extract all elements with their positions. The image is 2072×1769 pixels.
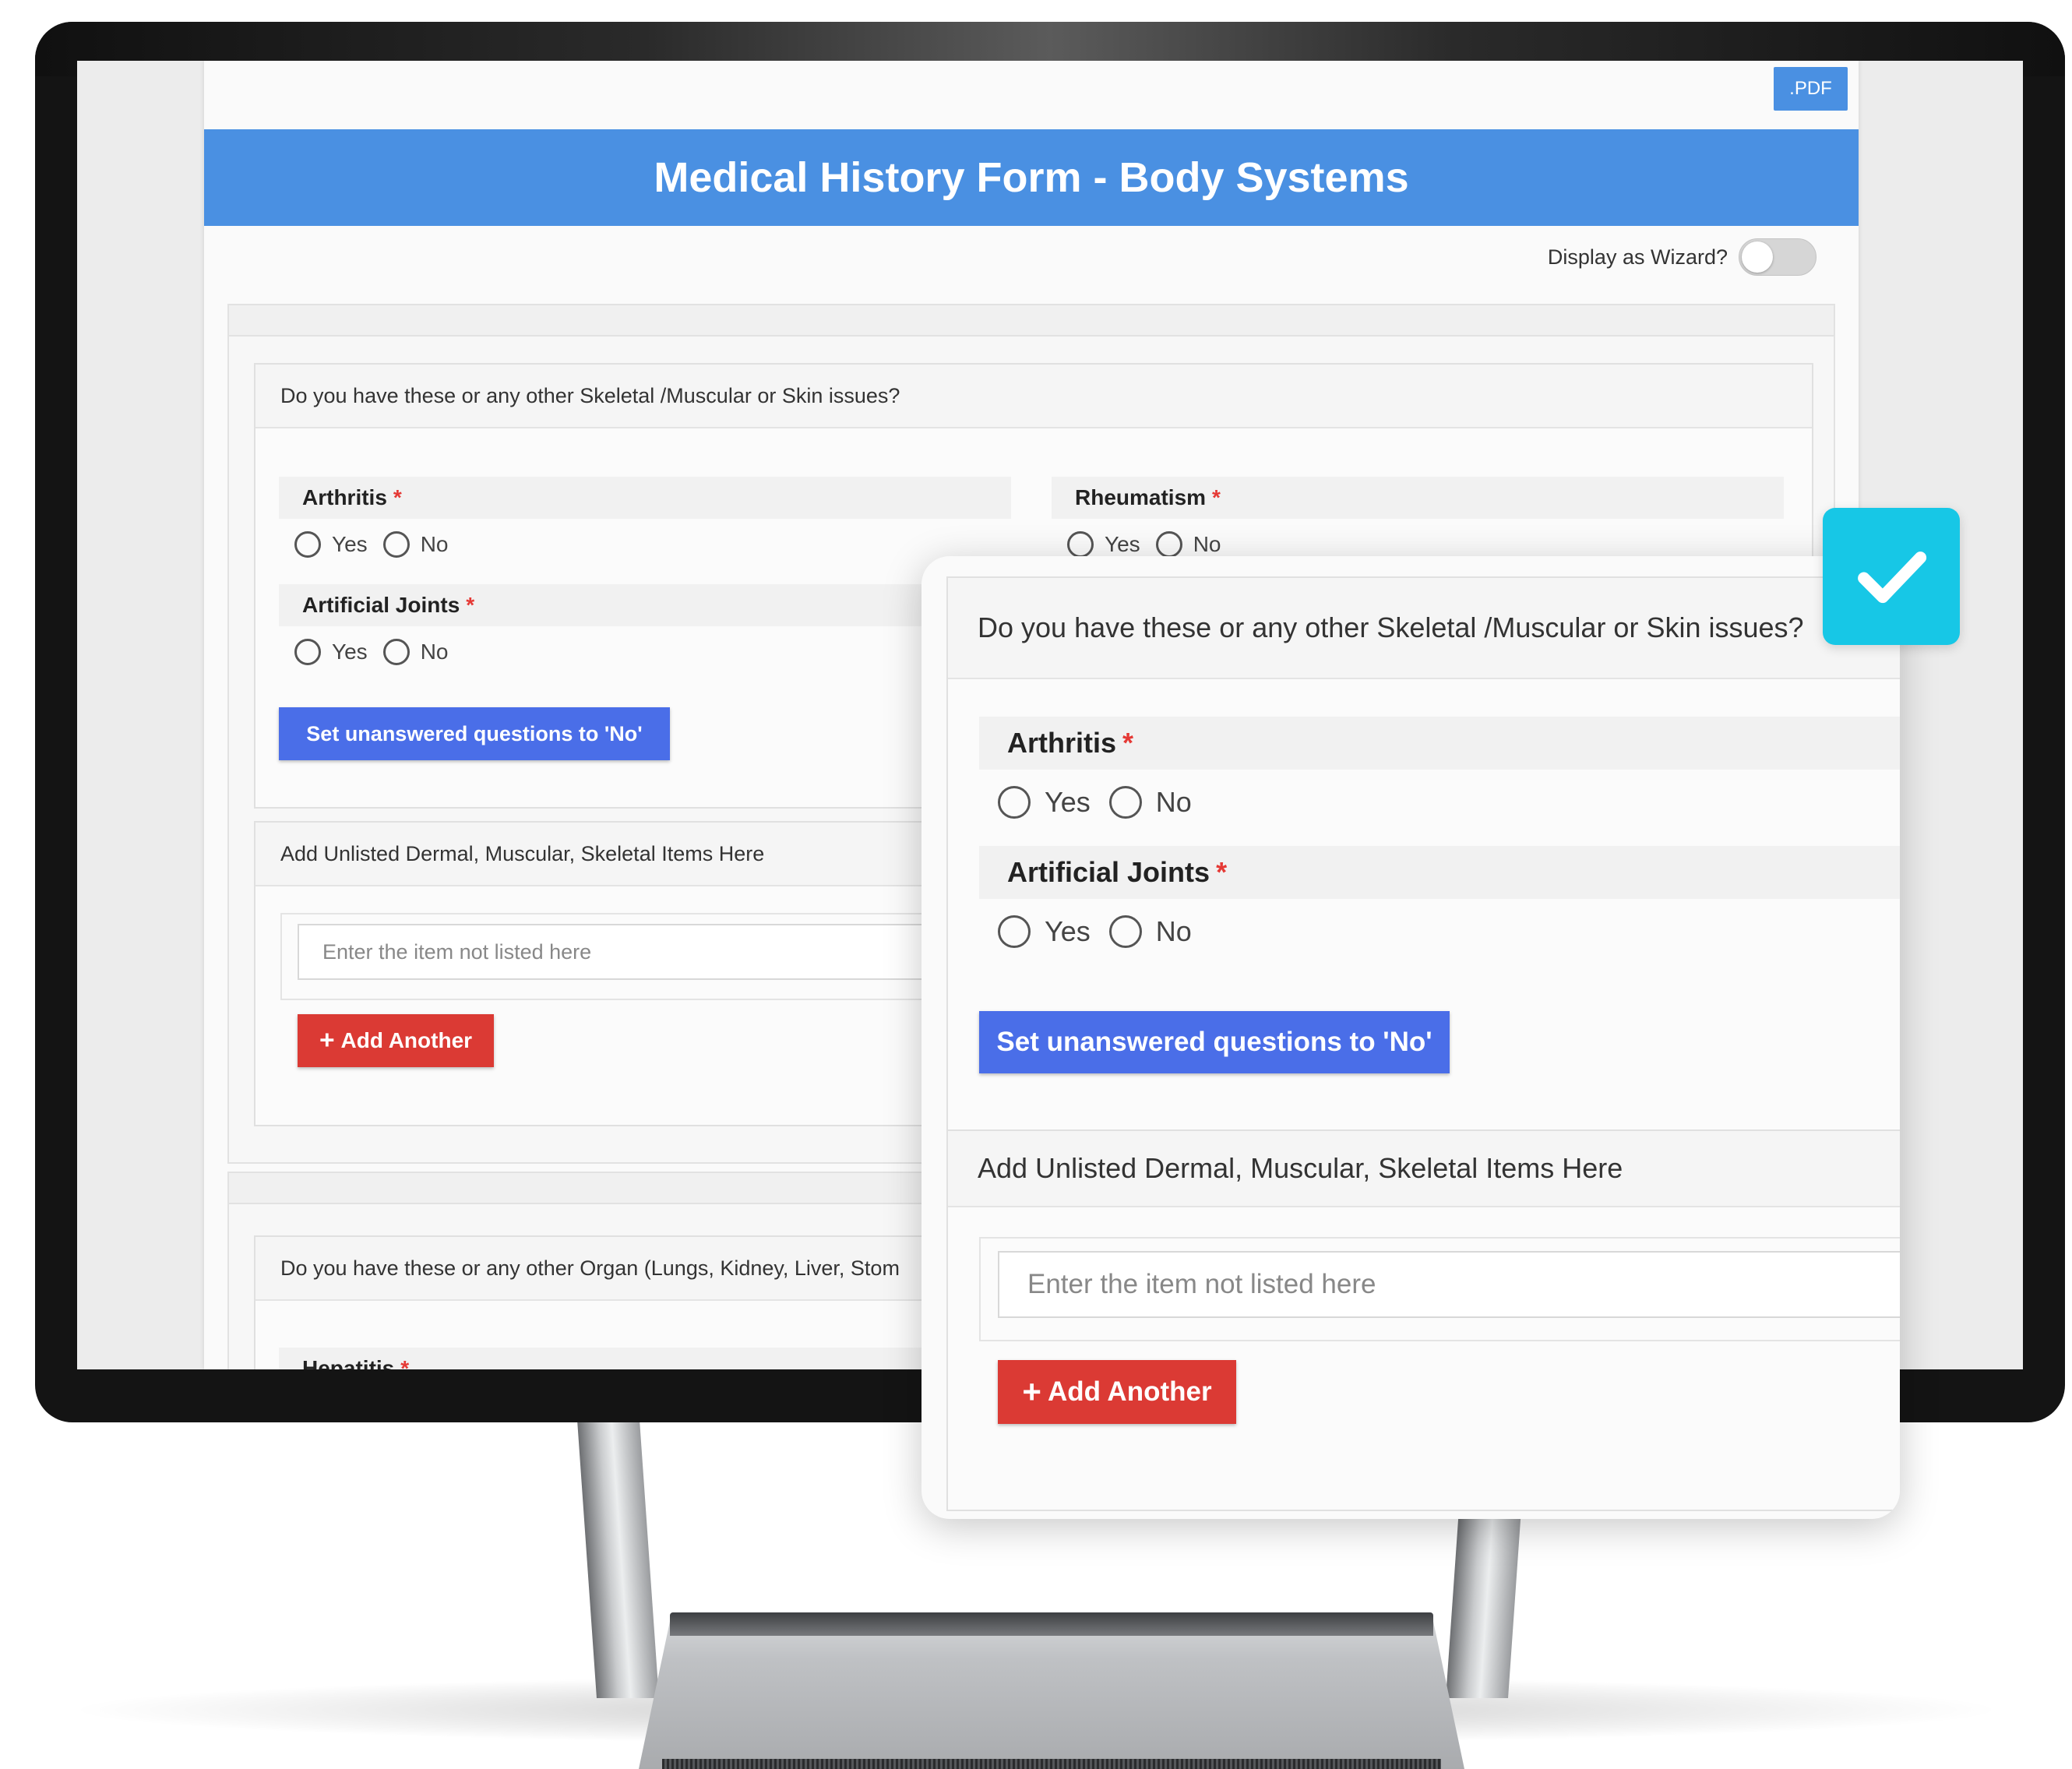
zoom-skeletal-question: Do you have these or any other Skeletal … <box>948 578 1900 679</box>
required-marker: * <box>1212 485 1221 509</box>
arthritis-yes-radio[interactable] <box>998 786 1031 819</box>
zoom-unlisted-item-input[interactable]: Enter the item not listed here <box>998 1251 1900 1318</box>
required-marker: * <box>400 1356 410 1369</box>
zoom-set-unanswered-no-button[interactable]: Set unanswered questions to 'No' <box>979 1011 1450 1073</box>
plus-icon: + <box>1022 1373 1041 1410</box>
artificial-joints-yes-radio[interactable] <box>294 639 321 665</box>
panel-head-strip <box>229 305 1834 337</box>
no-label: No <box>1155 915 1192 947</box>
yes-label: Yes <box>1045 786 1091 818</box>
arthritis-label: Arthritis <box>302 485 387 509</box>
no-label: No <box>1193 532 1221 556</box>
no-label: No <box>420 532 449 556</box>
zoom-unlisted-card: Add Unlisted Dermal, Muscular, Skeletal … <box>946 1129 1900 1511</box>
zoom-question-artificial-joints: Artificial Joints * Yes No <box>979 846 1900 964</box>
zoom-unlisted-header: Add Unlisted Dermal, Muscular, Skeletal … <box>948 1131 1900 1207</box>
artificial-joints-no-radio[interactable] <box>1108 915 1142 948</box>
wizard-toggle[interactable] <box>1739 238 1817 276</box>
rheumatism-yes-radio[interactable] <box>1067 531 1094 558</box>
question-artificial-joints: Artificial Joints * Yes No <box>279 584 1011 678</box>
toggle-knob <box>1742 241 1773 273</box>
check-badge <box>1823 508 1960 645</box>
question-label: Arthritis * <box>979 717 1900 770</box>
rheumatism-label: Rheumatism <box>1075 485 1207 509</box>
wizard-label: Display as Wizard? <box>1547 245 1728 269</box>
form-title: Medical History Form - Body Systems <box>654 154 1409 201</box>
monitor-stand-arm-left <box>575 1387 659 1698</box>
skeletal-question: Do you have these or any other Skeletal … <box>255 365 1812 428</box>
arthritis-options: Yes No <box>979 770 1900 835</box>
monitor-stand-grill <box>662 1759 1441 1769</box>
zoom-skeletal-card: Do you have these or any other Skeletal … <box>946 576 1900 1147</box>
required-marker: * <box>466 593 475 617</box>
question-label: Hepatitis * <box>279 1348 1011 1369</box>
question-label: Artificial Joints * <box>279 584 1011 626</box>
rheumatism-no-radio[interactable] <box>1155 531 1182 558</box>
pdf-button[interactable]: .PDF <box>1774 67 1848 111</box>
yes-label: Yes <box>332 532 368 556</box>
no-label: No <box>1155 786 1192 818</box>
wizard-toggle-row: Display as Wizard? <box>1548 238 1817 276</box>
zoomed-form-overlay: Do you have these or any other Skeletal … <box>921 556 1900 1519</box>
no-label: No <box>420 640 449 664</box>
question-arthritis: Arthritis * Yes No <box>279 477 1011 570</box>
artificial-joints-options: Yes No <box>979 899 1900 964</box>
monitor-stand-base <box>639 1612 1464 1769</box>
artificial-joints-label: Artificial Joints <box>302 593 460 617</box>
check-icon <box>1858 551 1927 604</box>
required-marker: * <box>393 485 402 509</box>
question-label: Rheumatism * <box>1052 477 1784 519</box>
zoom-add-another-button[interactable]: + Add Another <box>998 1360 1236 1424</box>
question-label: Arthritis * <box>279 477 1011 519</box>
zoom-question-arthritis: Arthritis * Yes No <box>979 717 1900 835</box>
add-another-label: Add Another <box>340 1028 473 1052</box>
artificial-joints-options: Yes No <box>279 626 1011 678</box>
set-unanswered-no-button[interactable]: Set unanswered questions to 'No' <box>279 707 670 760</box>
yes-label: Yes <box>1105 532 1140 556</box>
artificial-joints-yes-radio[interactable] <box>998 915 1031 948</box>
hepatitis-label: Hepatitis <box>302 1356 395 1369</box>
yes-label: Yes <box>1045 915 1091 947</box>
arthritis-options: Yes No <box>279 519 1011 570</box>
add-another-button[interactable]: + Add Another <box>298 1014 494 1067</box>
monitor-stand-base-top <box>670 1612 1433 1636</box>
plus-icon: + <box>319 1026 335 1055</box>
question-hepatitis: Hepatitis * <box>279 1348 1011 1369</box>
required-marker: * <box>1216 856 1228 888</box>
artificial-joints-no-radio[interactable] <box>382 639 410 665</box>
required-marker: * <box>1122 727 1134 759</box>
arthritis-no-radio[interactable] <box>1108 786 1142 819</box>
arthritis-yes-radio[interactable] <box>294 531 321 558</box>
artificial-joints-label: Artificial Joints <box>1007 856 1210 888</box>
arthritis-no-radio[interactable] <box>382 531 410 558</box>
form-title-bar: Medical History Form - Body Systems <box>204 129 1859 226</box>
add-another-label: Add Another <box>1047 1376 1212 1407</box>
question-label: Artificial Joints * <box>979 846 1900 899</box>
yes-label: Yes <box>332 640 368 664</box>
arthritis-label: Arthritis <box>1007 727 1117 759</box>
